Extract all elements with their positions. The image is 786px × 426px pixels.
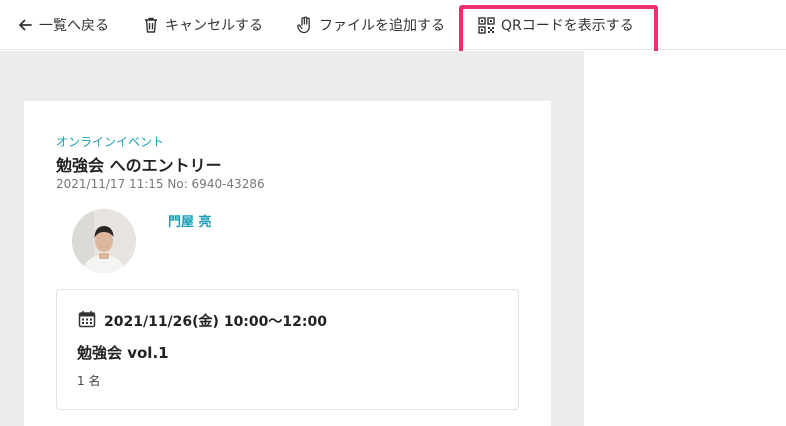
entry-title: 勉強会 へのエントリー [56, 156, 222, 175]
event-category: オンラインイベント [56, 135, 165, 149]
show-qr-code-label: QRコードを表示する [501, 18, 634, 34]
cancel-button[interactable]: キャンセルする [143, 13, 263, 37]
participant-count: 1 名 [77, 374, 101, 388]
calendar-icon [78, 310, 96, 332]
show-qr-code-button[interactable]: QRコードを表示する [478, 13, 634, 37]
event-datetime: 2021/11/26(金) 10:00〜12:00 [104, 314, 327, 330]
event-date-row: 2021/11/26(金) 10:00〜12:00 [78, 310, 327, 332]
side-pane [583, 51, 786, 426]
avatar [72, 209, 136, 273]
cancel-label: キャンセルする [165, 18, 263, 34]
hand-pointer-icon [296, 16, 313, 34]
back-to-list-label: 一覧へ戻る [39, 18, 109, 34]
participant-name[interactable]: 門屋 亮 [168, 211, 212, 230]
arrow-left-icon [17, 17, 33, 33]
toolbar: 一覧へ戻る キャンセルする ファイルを追加する QRコードを表示する [0, 0, 786, 50]
add-file-button[interactable]: ファイルを追加する [296, 13, 445, 37]
entry-meta: 2021/11/17 11:15 No: 6940-43286 [56, 177, 265, 191]
back-to-list-button[interactable]: 一覧へ戻る [17, 13, 109, 37]
qr-code-icon [478, 16, 495, 34]
trash-icon [143, 16, 159, 34]
event-name: 勉強会 vol.1 [77, 344, 169, 362]
add-file-label: ファイルを追加する [319, 18, 445, 34]
